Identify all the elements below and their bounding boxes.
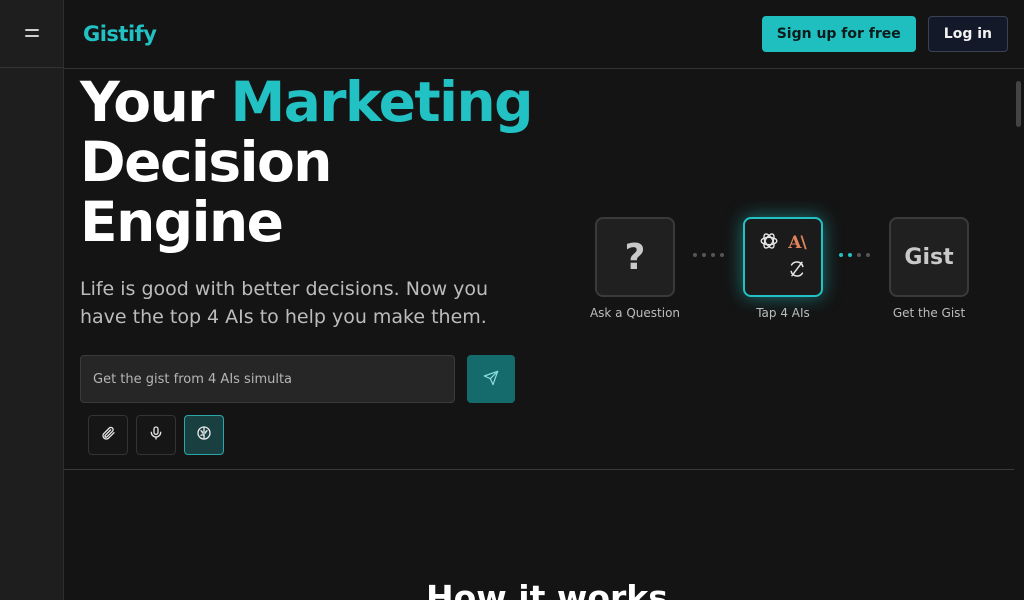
prompt-input[interactable] (80, 355, 455, 403)
hero-title-decision: Decision (80, 130, 332, 194)
send-button[interactable] (467, 355, 515, 403)
tools-row (88, 415, 224, 455)
header-actions: Sign up for free Log in (761, 16, 1008, 52)
hero-title-your: Your (80, 70, 231, 134)
flow-label-ask: Ask a Question (589, 306, 681, 320)
scroll-thumb[interactable] (1016, 81, 1021, 127)
openai-cell (755, 229, 783, 257)
flow-box-gist: Gist (889, 217, 969, 297)
hero-title: Your Marketing Decision Engine (80, 72, 550, 252)
flow-step-ais: A\ Tap 4 AIs (743, 217, 823, 320)
hero-title-engine: Engine (80, 190, 284, 254)
flow-dot (720, 253, 724, 257)
signup-button[interactable]: Sign up for free (761, 16, 916, 52)
brain-mode-button[interactable] (184, 415, 224, 455)
gist-text: Gist (904, 244, 954, 270)
flow-dot (839, 253, 843, 257)
microphone-icon (148, 425, 164, 445)
anthropic-cell: A\ (783, 229, 811, 257)
ai-logo-grid: A\ (755, 229, 811, 285)
menu-icon (24, 24, 40, 43)
flow-label-gist: Get the Gist (892, 306, 966, 320)
anthropic-logo: A\ (788, 233, 806, 253)
sidebar-top (0, 0, 63, 68)
openai-icon (758, 230, 780, 256)
flow-step-ask: ? Ask a Question (590, 217, 680, 320)
perplexity-cell (783, 257, 811, 285)
menu-button[interactable] (18, 20, 46, 48)
flow-dots-2 (839, 253, 870, 257)
flow-step-gist: Gist Get the Gist (889, 217, 969, 320)
paperclip-icon (100, 425, 116, 445)
flow-dot (711, 253, 715, 257)
perplexity-icon (787, 259, 807, 283)
flow-box-ais: A\ (743, 217, 823, 297)
hero-title-marketing: Marketing (230, 70, 534, 134)
flow-dots-1 (693, 253, 724, 257)
hero-subtitle: Life is good with better decisions. Now … (80, 278, 489, 328)
top-header: Gistify Sign up for free Log in (64, 0, 1024, 69)
scrollbar[interactable] (1014, 69, 1024, 600)
flow-label-ais: Tap 4 AIs (756, 306, 810, 320)
logo[interactable]: Gistify (83, 22, 157, 46)
flow-dot (702, 253, 706, 257)
attach-button[interactable] (88, 415, 128, 455)
empty-cell (755, 257, 783, 285)
question-mark: ? (624, 236, 646, 278)
how-flow: ? Ask a Question A\ Tap 4 AIs Gist Get t… (590, 217, 982, 327)
flow-dot (848, 253, 852, 257)
flow-box-ask: ? (595, 217, 675, 297)
voice-button[interactable] (136, 415, 176, 455)
flow-dot (693, 253, 697, 257)
flow-dot (857, 253, 861, 257)
hero-section: Your Marketing Decision Engine Life is g… (64, 69, 1014, 469)
login-button[interactable]: Log in (927, 16, 1008, 52)
flow-dot (866, 253, 870, 257)
brain-icon (195, 424, 213, 446)
section-divider (64, 469, 1014, 470)
send-icon (483, 370, 499, 389)
how-it-works-title: How it works (426, 578, 668, 600)
sidebar (0, 0, 64, 600)
prompt-row (80, 355, 515, 403)
